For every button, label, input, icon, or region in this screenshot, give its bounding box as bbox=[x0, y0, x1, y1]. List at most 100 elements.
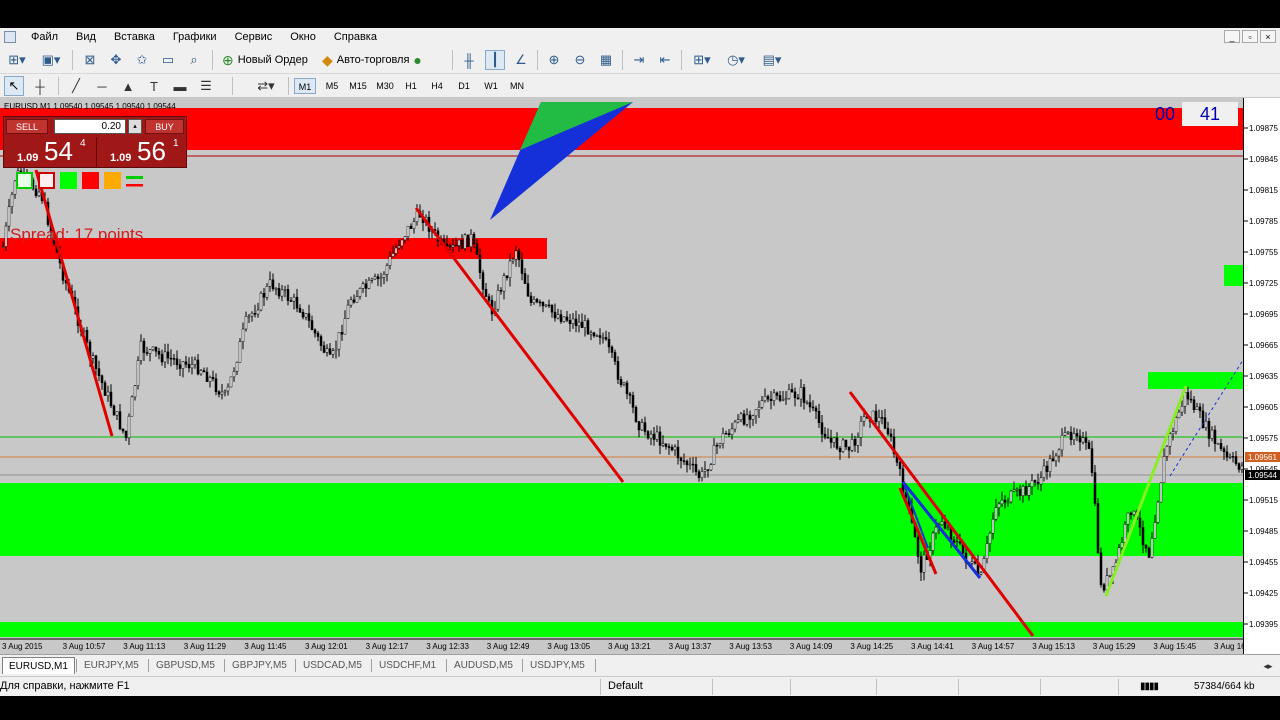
chart-window[interactable]: 3 Aug 2015 3 Aug 10:57 3 Aug 11:13 3 Aug 11… bbox=[0, 98, 1280, 654]
candle-body bbox=[745, 414, 749, 425]
timeframe-mn[interactable]: MN bbox=[506, 78, 528, 94]
periods-icon[interactable]: ◷▾ bbox=[722, 50, 750, 70]
support-zone-bottom[interactable] bbox=[0, 622, 1243, 637]
menu-help[interactable]: Справка bbox=[325, 28, 386, 46]
timeframe-m30[interactable]: M30 bbox=[373, 78, 397, 94]
autotrade-button[interactable]: ◆ Авто-торговля ● bbox=[318, 49, 426, 71]
price-scale[interactable]: 1.09875 1.09845 1.09815 1.09785 1.09755 1.097… bbox=[1243, 98, 1280, 654]
tabs-scroll-icon[interactable]: ◂▸ bbox=[1258, 658, 1278, 674]
tab-eurusd-m1[interactable]: EURUSD,M1 bbox=[2, 657, 75, 674]
menu-view[interactable]: Вид bbox=[67, 28, 105, 46]
time-tick-label: 3 Aug 12:17 bbox=[366, 642, 409, 651]
candle-body bbox=[1234, 456, 1238, 464]
tool-green-fill[interactable] bbox=[60, 172, 77, 189]
trendline-red-1[interactable] bbox=[34, 169, 114, 437]
close-icon[interactable]: × bbox=[1260, 30, 1276, 43]
lot-input[interactable]: 0.20 bbox=[54, 119, 126, 134]
support-zone-small[interactable] bbox=[1224, 265, 1243, 286]
timeframe-m5[interactable]: M5 bbox=[321, 78, 343, 94]
market-watch-icon[interactable]: ⊠ bbox=[80, 50, 100, 70]
fibonacci-icon[interactable]: ☰ bbox=[196, 76, 216, 96]
tool-red-outline[interactable] bbox=[38, 172, 55, 189]
navigator-icon[interactable]: ✥ bbox=[106, 50, 126, 70]
candle-body bbox=[385, 265, 389, 275]
tab-usdchf-m1[interactable]: USDCHF,M1 bbox=[373, 657, 442, 674]
crosshair-icon[interactable]: ┼ bbox=[30, 76, 50, 96]
trendline-icon[interactable]: ╱ bbox=[66, 76, 86, 96]
tab-audusd-m5[interactable]: AUDUSD,M5 bbox=[448, 657, 519, 674]
candle-body bbox=[469, 233, 473, 248]
tab-gbpjpy-m5[interactable]: GBPJPY,M5 bbox=[226, 657, 293, 674]
app-icon[interactable] bbox=[4, 31, 16, 43]
menu-file[interactable]: Файл bbox=[22, 28, 67, 46]
rectangle-icon[interactable]: ▬ bbox=[170, 76, 190, 96]
status-separator bbox=[958, 679, 959, 695]
minimize-icon[interactable]: _ bbox=[1224, 30, 1240, 43]
candlestick-chart-icon[interactable]: ┃ bbox=[485, 50, 505, 70]
timeframe-h4[interactable]: H4 bbox=[426, 78, 448, 94]
tab-eurjpy-m5[interactable]: EURJPY,M5 bbox=[78, 657, 145, 674]
tool-red-fill[interactable] bbox=[82, 172, 99, 189]
new-chart-icon[interactable]: ⊞▾ bbox=[4, 50, 30, 70]
support-zone-right[interactable] bbox=[1148, 372, 1243, 389]
shapes-dropdown-icon[interactable]: ⇄▾ bbox=[252, 76, 280, 96]
sell-quote[interactable]: 1.09 54 4 bbox=[4, 137, 96, 167]
candle-body bbox=[1000, 499, 1004, 505]
price-chart[interactable]: 3 Aug 2015 3 Aug 10:57 3 Aug 11:13 3 Aug 11… bbox=[0, 98, 1243, 654]
candle-body bbox=[1198, 406, 1202, 412]
triangle-icon[interactable]: ▲ bbox=[118, 76, 138, 96]
timeframe-m1[interactable]: M1 bbox=[294, 78, 316, 94]
autoscroll-icon[interactable]: ⇥ bbox=[629, 50, 649, 70]
tab-usdjpy-m5[interactable]: USDJPY,M5 bbox=[524, 657, 591, 674]
timeframe-d1[interactable]: D1 bbox=[453, 78, 475, 94]
candle-body bbox=[394, 247, 398, 254]
tab-usdcad-m5[interactable]: USDCAD,M5 bbox=[297, 657, 368, 674]
restore-icon[interactable]: ▫ bbox=[1242, 30, 1258, 43]
templates-icon[interactable]: ▤▾ bbox=[756, 50, 788, 70]
separator bbox=[212, 50, 213, 70]
candle-body bbox=[118, 411, 122, 430]
text-icon[interactable]: T bbox=[144, 76, 164, 96]
timeframe-w1[interactable]: W1 bbox=[480, 78, 502, 94]
indicators-icon[interactable]: ⊞▾ bbox=[688, 50, 716, 70]
cursor-icon[interactable]: ↖ bbox=[4, 76, 24, 96]
candle-body bbox=[1174, 417, 1178, 432]
zoom-in-icon[interactable]: ⊕ bbox=[544, 50, 564, 70]
menu-tools[interactable]: Сервис bbox=[226, 28, 282, 46]
connection-icon[interactable]: ▮▮▮▮ bbox=[1140, 681, 1159, 692]
timeframe-m15[interactable]: M15 bbox=[346, 78, 370, 94]
sell-button[interactable]: SELL bbox=[6, 119, 48, 134]
favorites-icon[interactable]: ✩ bbox=[132, 50, 152, 70]
chart-shift-icon[interactable]: ⇤ bbox=[655, 50, 675, 70]
buy-quote[interactable]: 1.09 56 1 bbox=[97, 137, 188, 167]
buy-button[interactable]: BUY bbox=[145, 119, 184, 134]
tool-orange-fill[interactable] bbox=[104, 172, 121, 189]
time-axis: 3 Aug 2015 3 Aug 10:57 3 Aug 11:13 3 Aug 11… bbox=[0, 638, 1243, 651]
candle-body bbox=[715, 444, 719, 447]
candle-body bbox=[226, 386, 230, 392]
tester-icon[interactable]: ⌕ bbox=[184, 50, 204, 70]
candle-body bbox=[757, 407, 761, 411]
new-order-button[interactable]: ⊕ Новый Ордер bbox=[218, 49, 312, 71]
candle-body bbox=[1216, 443, 1220, 445]
bar-chart-icon[interactable]: ╫ bbox=[459, 50, 479, 70]
tool-green-outline[interactable] bbox=[16, 172, 33, 189]
horizontal-line-icon[interactable]: ─ bbox=[92, 76, 112, 96]
tile-windows-icon[interactable]: ▦ bbox=[596, 50, 616, 70]
menu-charts[interactable]: Графики bbox=[164, 28, 226, 46]
line-chart-icon[interactable]: ∠ bbox=[511, 50, 531, 70]
tool-lines[interactable] bbox=[126, 172, 143, 189]
zoom-out-icon[interactable]: ⊖ bbox=[570, 50, 590, 70]
terminal-icon[interactable]: ▭ bbox=[158, 50, 178, 70]
candle-body bbox=[763, 396, 767, 401]
lot-up-icon[interactable]: ▴ bbox=[128, 119, 142, 134]
menu-insert[interactable]: Вставка bbox=[105, 28, 164, 46]
candle-body bbox=[1219, 443, 1223, 449]
profiles-icon[interactable]: ▣▾ bbox=[38, 50, 64, 70]
tab-gbpusd-m5[interactable]: GBPUSD,M5 bbox=[150, 657, 221, 674]
menu-window[interactable]: Окно bbox=[281, 28, 325, 46]
separator bbox=[232, 77, 233, 95]
timeframe-h1[interactable]: H1 bbox=[400, 78, 422, 94]
support-zone[interactable] bbox=[0, 483, 1243, 556]
candle-body bbox=[94, 355, 98, 369]
